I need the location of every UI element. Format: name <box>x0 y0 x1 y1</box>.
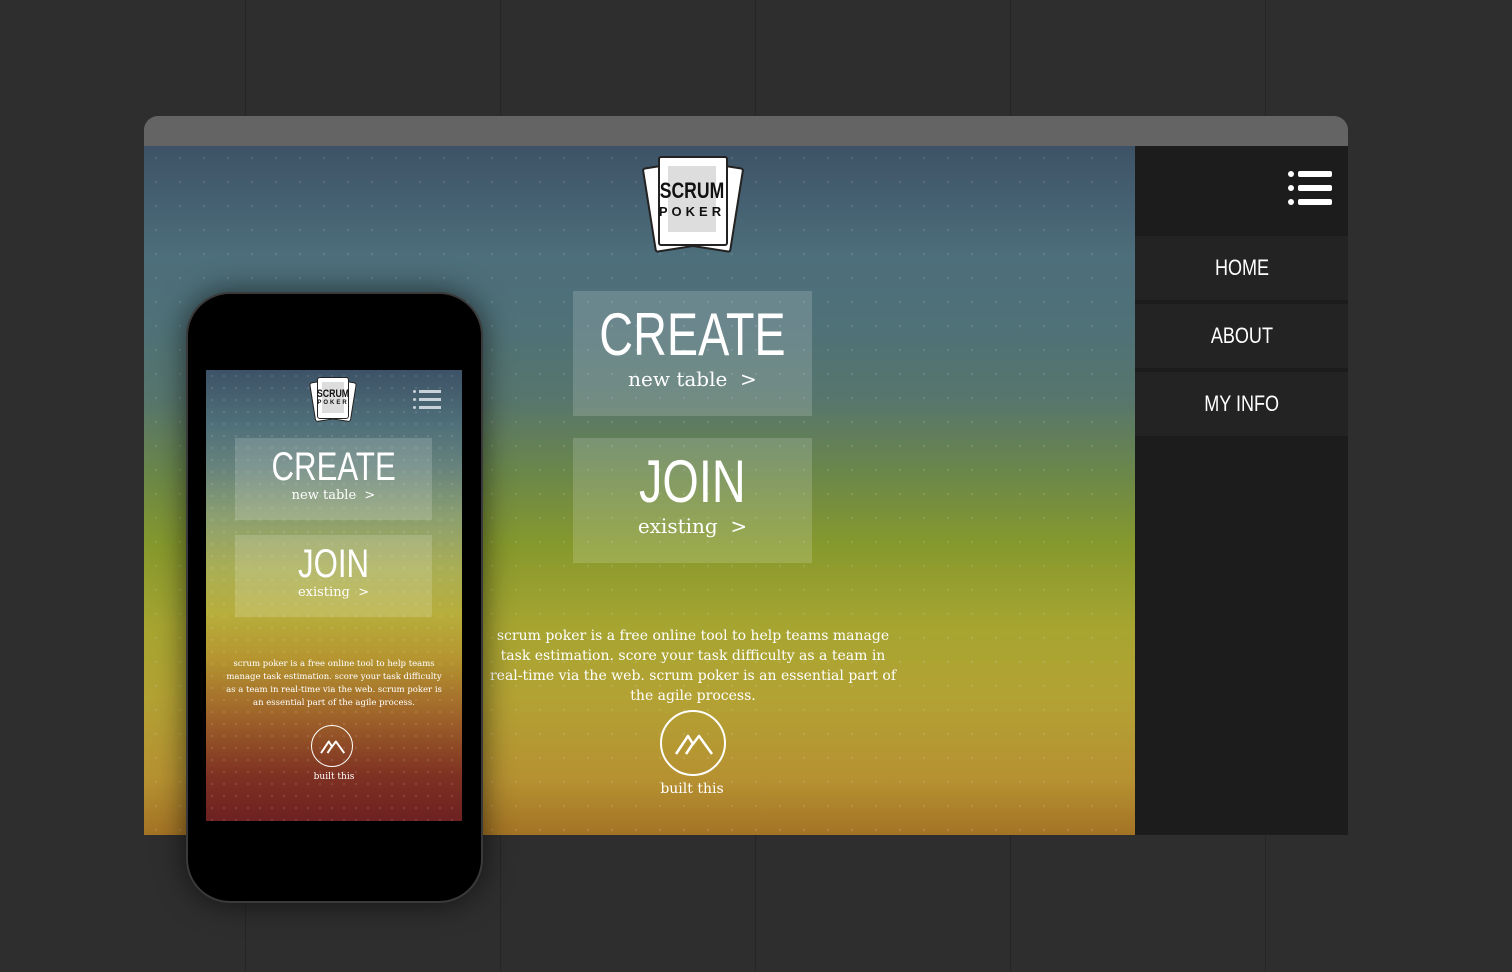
create-subtitle: new table > <box>628 367 757 391</box>
logo-line-1: SCRUM <box>659 178 725 203</box>
mobile-logo-line-2: POKER <box>317 400 349 406</box>
nav-item-home[interactable]: HOME <box>1135 236 1348 300</box>
nav-item-my-info[interactable]: MY INFO <box>1135 372 1348 436</box>
nav-item-about-label: ABOUT <box>1210 323 1273 348</box>
mobile-phone-mockup: SCRUM POKER CREATE new table > JOIN exis… <box>186 292 483 903</box>
mobile-screen: SCRUM POKER CREATE new table > JOIN exis… <box>206 370 462 821</box>
mobile-join-subtitle: existing > <box>297 585 370 600</box>
mobile-join-table-button[interactable]: JOIN existing > <box>235 535 432 617</box>
mountain-logo-icon <box>674 734 714 755</box>
mobile-mountain-logo-icon <box>320 740 346 754</box>
mobile-built-by-link[interactable] <box>311 725 353 767</box>
create-title: CREATE <box>599 301 786 368</box>
mobile-scrum-poker-logo[interactable]: SCRUM POKER <box>309 375 357 423</box>
scrum-poker-logo[interactable]: SCRUM POKER <box>641 152 745 253</box>
join-subtitle: existing > <box>637 514 748 538</box>
join-table-button[interactable]: JOIN existing > <box>573 438 812 563</box>
create-table-button[interactable]: CREATE new table > <box>573 291 812 416</box>
built-by-link[interactable] <box>660 710 726 776</box>
built-this-label[interactable]: built this <box>642 781 742 797</box>
nav-item-home-label: HOME <box>1214 255 1269 280</box>
browser-titlebar <box>144 116 1348 146</box>
nav-item-my-info-label: MY INFO <box>1204 391 1279 416</box>
nav-item-about[interactable]: ABOUT <box>1135 304 1348 368</box>
mobile-create-title: CREATE <box>271 445 396 489</box>
mobile-create-subtitle: new table > <box>291 488 376 503</box>
mobile-logo-line-1: SCRUM <box>316 388 350 400</box>
join-title: JOIN <box>639 448 746 515</box>
mobile-description-text: scrum poker is a free online tool to hel… <box>226 659 442 708</box>
mobile-built-this-label[interactable]: built this <box>294 772 374 782</box>
side-navigation: HOME ABOUT MY INFO <box>1135 146 1348 835</box>
logo-line-2: POKER <box>658 204 726 219</box>
mobile-hamburger-menu-icon[interactable] <box>413 388 443 414</box>
description-text: scrum poker is a free online tool to hel… <box>489 628 897 704</box>
hamburger-menu-icon[interactable] <box>1288 168 1334 208</box>
mobile-join-title: JOIN <box>297 542 370 586</box>
mobile-create-table-button[interactable]: CREATE new table > <box>235 438 432 520</box>
